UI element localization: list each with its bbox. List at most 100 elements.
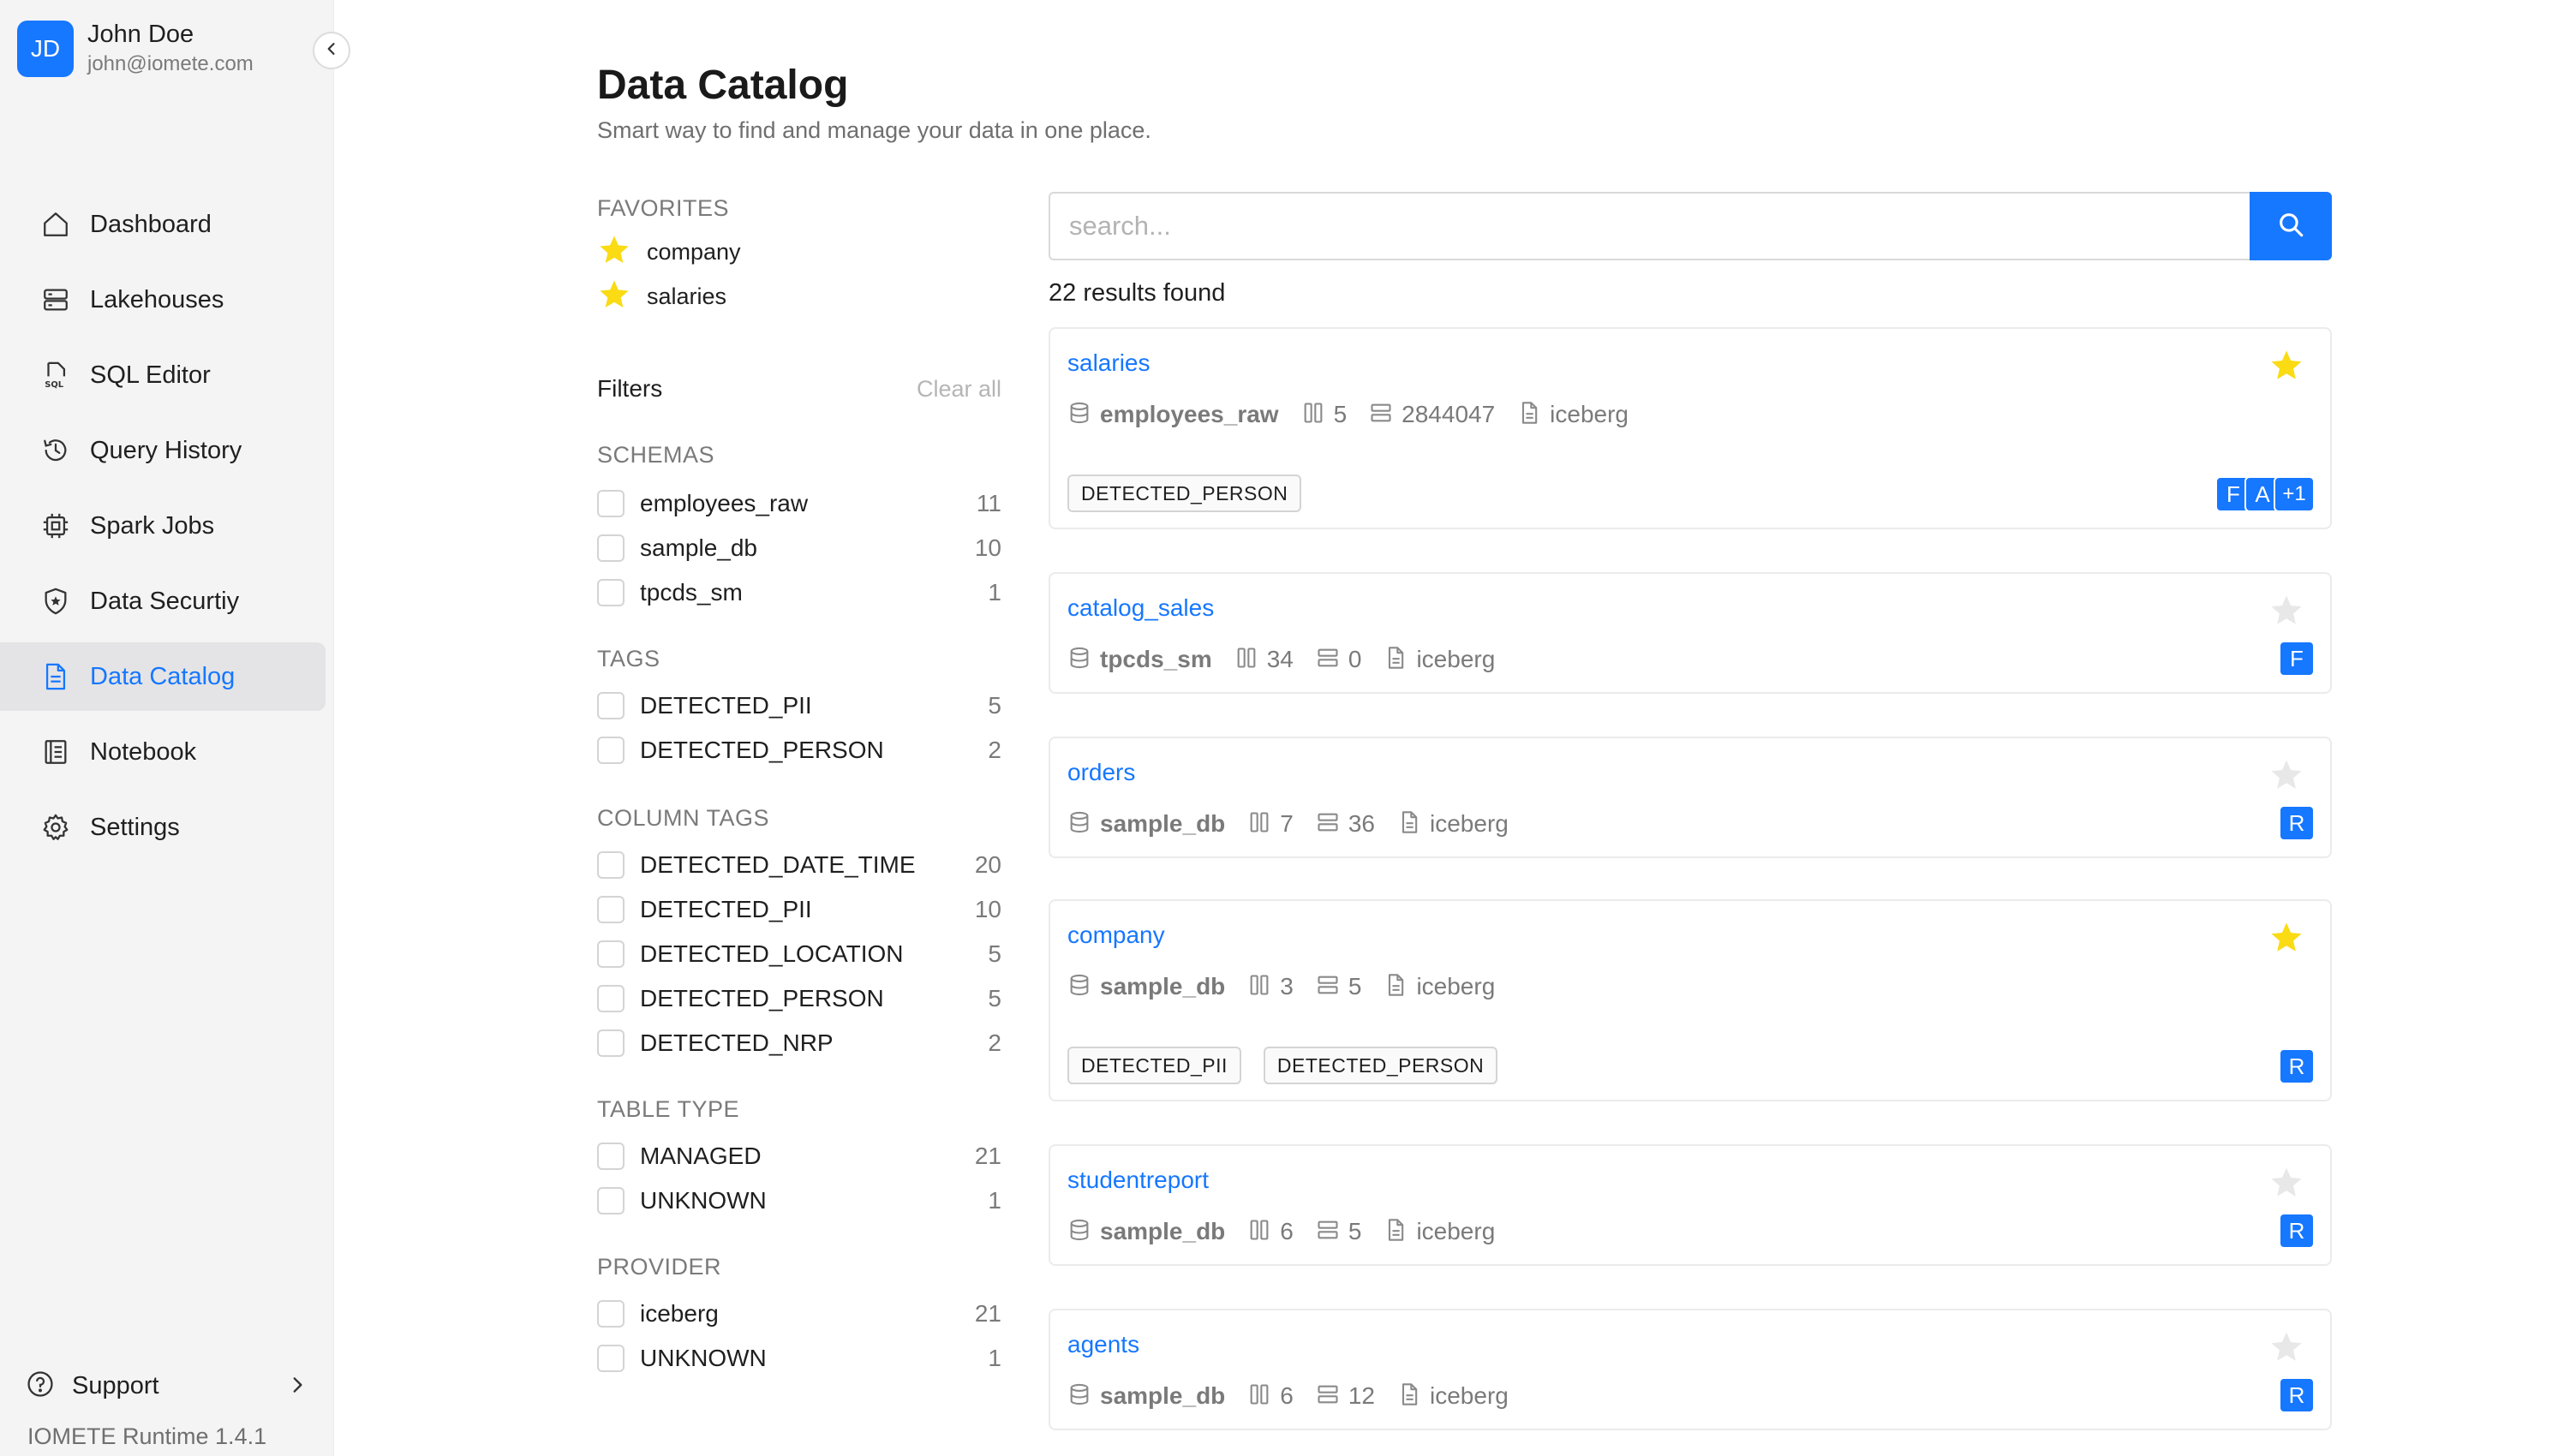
avatar[interactable]: JD bbox=[17, 21, 74, 77]
clear-all-button[interactable]: Clear all bbox=[917, 376, 1001, 403]
result-card[interactable]: studentreport sample_db 6 5 iceberg R bbox=[1049, 1144, 2332, 1266]
provider-name: iceberg bbox=[1550, 401, 1629, 427]
table-name-link[interactable]: agents bbox=[1067, 1331, 1139, 1358]
filter-checkbox[interactable] bbox=[597, 1143, 625, 1170]
avatar[interactable]: R bbox=[2279, 1377, 2315, 1413]
filter-option[interactable]: iceberg 21 bbox=[597, 1292, 1001, 1336]
filter-option-count: 11 bbox=[976, 490, 1001, 516]
filter-option-count: 10 bbox=[974, 534, 1001, 561]
page-title: Data Catalog bbox=[597, 63, 849, 108]
avatar[interactable]: R bbox=[2279, 1048, 2315, 1084]
filter-checkbox[interactable] bbox=[597, 896, 625, 923]
sidebar-item-dashboard[interactable]: Dashboard bbox=[0, 190, 326, 259]
star-outline-icon[interactable] bbox=[2268, 1329, 2304, 1369]
filter-option[interactable]: MANAGED 21 bbox=[597, 1134, 1001, 1179]
table-name-link[interactable]: studentreport bbox=[1067, 1167, 1209, 1194]
catalog-file-icon bbox=[39, 659, 73, 694]
filter-option-label: DETECTED_DATE_TIME bbox=[640, 851, 916, 878]
star-outline-icon[interactable] bbox=[2268, 1165, 2304, 1205]
star-outline-icon[interactable] bbox=[2268, 593, 2304, 633]
filter-checkbox[interactable] bbox=[597, 1345, 625, 1372]
filter-option[interactable]: DETECTED_PII 10 bbox=[597, 887, 1001, 932]
filter-checkbox[interactable] bbox=[597, 985, 625, 1012]
result-card[interactable]: orders sample_db 7 36 iceberg R bbox=[1049, 737, 2332, 858]
filter-option-label: sample_db bbox=[640, 534, 757, 561]
columns-icon bbox=[1247, 1382, 1271, 1411]
table-name-link[interactable]: orders bbox=[1067, 759, 1135, 786]
sidebar-item-support[interactable]: Support bbox=[26, 1362, 308, 1410]
tag-badge[interactable]: DETECTED_PII bbox=[1067, 1047, 1241, 1084]
column-count: 5 bbox=[1333, 401, 1348, 427]
filter-checkbox[interactable] bbox=[597, 579, 625, 606]
filter-option[interactable]: sample_db 10 bbox=[597, 526, 1001, 570]
avatar[interactable]: R bbox=[2279, 805, 2315, 841]
filter-option[interactable]: DETECTED_LOCATION 5 bbox=[597, 932, 1001, 976]
sidebar-item-settings[interactable]: Settings bbox=[0, 793, 326, 862]
table-name-link[interactable]: company bbox=[1067, 922, 1165, 949]
filter-checkbox[interactable] bbox=[597, 692, 625, 719]
filter-checkbox[interactable] bbox=[597, 737, 625, 764]
search-button[interactable] bbox=[2250, 192, 2332, 260]
filter-group-title-column-tags: COLUMN TAGS bbox=[597, 805, 770, 831]
table-name-link[interactable]: salaries bbox=[1067, 349, 1150, 377]
filter-option[interactable]: UNKNOWN 1 bbox=[597, 1179, 1001, 1223]
result-card[interactable]: agents sample_db 6 12 iceberg R bbox=[1049, 1309, 2332, 1430]
table-meta: sample_db 6 12 iceberg bbox=[1067, 1379, 1531, 1413]
sidebar-item-data-security[interactable]: Data Securtiy bbox=[0, 567, 326, 636]
filter-option[interactable]: DETECTED_DATE_TIME 20 bbox=[597, 843, 1001, 887]
star-outline-icon[interactable] bbox=[2268, 757, 2304, 797]
result-card[interactable]: salaries employees_raw 5 2844047 iceberg… bbox=[1049, 327, 2332, 529]
favorite-item[interactable]: company bbox=[597, 230, 1001, 274]
filter-option[interactable]: UNKNOWN 1 bbox=[597, 1336, 1001, 1381]
file-icon bbox=[1384, 646, 1408, 674]
provider-name: iceberg bbox=[1430, 810, 1509, 837]
rows-icon bbox=[1316, 973, 1340, 1001]
avatar[interactable]: R bbox=[2279, 1213, 2315, 1249]
result-card[interactable]: catalog_sales tpcds_sm 34 0 iceberg F bbox=[1049, 572, 2332, 694]
filter-option-label: UNKNOWN bbox=[640, 1345, 767, 1371]
chevron-right-icon bbox=[286, 1374, 308, 1400]
filter-option-label: MANAGED bbox=[640, 1143, 762, 1169]
filter-option-count: 2 bbox=[988, 737, 1001, 763]
sidebar-item-label: Query History bbox=[90, 436, 242, 464]
filter-option[interactable]: DETECTED_PERSON 5 bbox=[597, 976, 1001, 1021]
user-profile[interactable]: JD John Doe john@iomete.com bbox=[17, 19, 254, 79]
star-filled-icon[interactable] bbox=[2268, 920, 2304, 960]
filter-checkbox[interactable] bbox=[597, 851, 625, 879]
owner-avatars: R bbox=[2279, 1213, 2315, 1249]
filter-checkbox[interactable] bbox=[597, 490, 625, 517]
search-input[interactable] bbox=[1049, 192, 2250, 260]
tag-badge[interactable]: DETECTED_PERSON bbox=[1263, 1047, 1498, 1084]
avatar[interactable]: F bbox=[2279, 641, 2315, 677]
tag-badge[interactable]: DETECTED_PERSON bbox=[1067, 474, 1302, 512]
filter-option[interactable]: employees_raw 11 bbox=[597, 481, 1001, 526]
star-filled-icon[interactable] bbox=[2268, 348, 2304, 388]
filter-checkbox[interactable] bbox=[597, 1300, 625, 1328]
table-name-link[interactable]: catalog_sales bbox=[1067, 594, 1214, 622]
favorite-item[interactable]: salaries bbox=[597, 274, 1001, 319]
sidebar-item-notebook[interactable]: Notebook bbox=[0, 718, 326, 786]
filter-option[interactable]: tpcds_sm 1 bbox=[597, 570, 1001, 615]
sidebar-item-data-catalog[interactable]: Data Catalog bbox=[0, 642, 326, 711]
filter-group-title-tags: TAGS bbox=[597, 646, 660, 671]
filter-checkbox[interactable] bbox=[597, 1029, 625, 1057]
tag-list: DETECTED_PII DETECTED_PERSON bbox=[1067, 1047, 1520, 1084]
sidebar-item-lakehouses[interactable]: Lakehouses bbox=[0, 266, 326, 334]
row-count: 0 bbox=[1348, 646, 1362, 672]
filter-option-count: 21 bbox=[974, 1143, 1001, 1169]
filter-option[interactable]: DETECTED_NRP 2 bbox=[597, 1021, 1001, 1065]
sidebar-item-query-history[interactable]: Query History bbox=[0, 416, 326, 485]
filter-option[interactable]: DETECTED_PERSON 2 bbox=[597, 728, 1001, 773]
filter-checkbox[interactable] bbox=[597, 534, 625, 562]
filter-option[interactable]: DETECTED_PII 5 bbox=[597, 683, 1001, 728]
filter-checkbox[interactable] bbox=[597, 1187, 625, 1214]
filter-option-count: 21 bbox=[974, 1300, 1001, 1327]
sidebar-item-spark-jobs[interactable]: Spark Jobs bbox=[0, 492, 326, 560]
result-card[interactable]: company sample_db 3 5 iceberg DETECTED_P… bbox=[1049, 899, 2332, 1101]
filter-option-label: iceberg bbox=[640, 1300, 719, 1327]
sidebar-collapse-button[interactable] bbox=[313, 32, 350, 69]
sidebar-item-sql-editor[interactable]: SQL SQL Editor bbox=[0, 341, 326, 409]
more-owners-badge[interactable]: +1 bbox=[2274, 476, 2315, 512]
filter-option-label: DETECTED_PII bbox=[640, 896, 812, 922]
filter-checkbox[interactable] bbox=[597, 940, 625, 968]
